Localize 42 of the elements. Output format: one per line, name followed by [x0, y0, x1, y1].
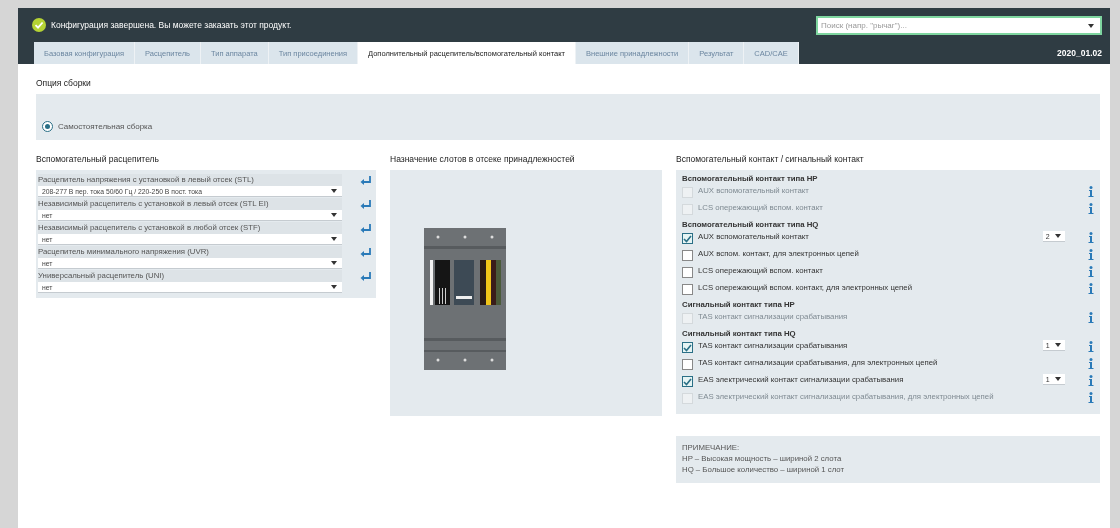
return-arrow-icon	[360, 271, 372, 282]
checkbox[interactable]	[682, 376, 693, 387]
search-field[interactable]: Поиск (напр. "рычаг")...	[816, 15, 1102, 35]
version-label: 2020_01.02	[1057, 48, 1103, 58]
return-arrow-icon	[360, 223, 372, 234]
checkbox[interactable]	[682, 250, 693, 261]
info-icon	[1088, 312, 1094, 323]
section-heading: Опция сборки	[36, 78, 92, 88]
info-icon	[1088, 341, 1094, 352]
dropdown-caret-icon	[331, 284, 338, 290]
status-message: Конфигурация завершена. Вы можете заказать этот продукт.	[51, 20, 292, 30]
checkbox[interactable]	[682, 284, 693, 295]
dropdown-caret-icon	[331, 188, 338, 194]
info-icon	[1088, 392, 1094, 403]
section-heading: Назначение слотов в отсеке принадлежностей	[390, 154, 576, 164]
info-icon	[1088, 203, 1094, 214]
info-icon	[1088, 249, 1094, 260]
section-heading: Вспомогательный расцепитель	[36, 154, 160, 164]
radio-button[interactable]	[42, 121, 53, 132]
option-label: Самостоятельная сборка	[58, 122, 153, 131]
dropdown-caret-icon	[331, 236, 338, 242]
info-icon	[1088, 283, 1094, 294]
dropdown-caret-icon	[1055, 233, 1063, 239]
dropdown-caret-icon	[1088, 22, 1095, 29]
info-icon	[1088, 232, 1094, 243]
dropdown-caret-icon	[1055, 342, 1063, 348]
checkbox[interactable]	[682, 342, 693, 353]
section-heading: Вспомогательный контакт / сигнальный контакт	[676, 154, 865, 164]
info-icon	[1088, 266, 1094, 277]
dropdown-caret-icon	[331, 260, 338, 266]
return-arrow-icon	[360, 247, 372, 258]
info-icon	[1088, 375, 1094, 386]
dropdown-caret-icon	[1055, 376, 1063, 382]
info-icon	[1088, 358, 1094, 369]
dropdown-caret-icon	[331, 212, 338, 218]
return-arrow-icon	[360, 199, 372, 210]
checkbox[interactable]	[682, 267, 693, 278]
checkbox[interactable]	[682, 359, 693, 370]
checkbox[interactable]	[682, 233, 693, 244]
check-icon	[32, 18, 46, 32]
info-icon	[1088, 186, 1094, 197]
return-arrow-icon	[360, 175, 372, 186]
